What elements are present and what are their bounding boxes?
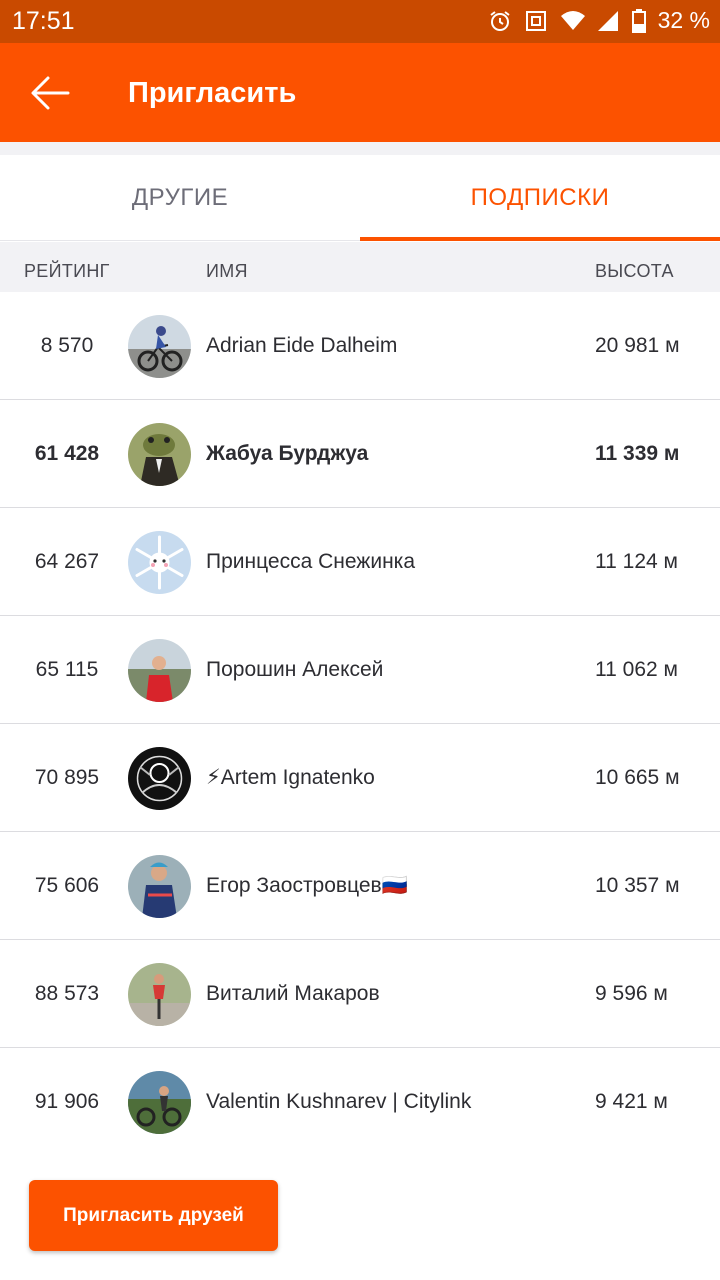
arrow-left-icon bbox=[31, 76, 70, 110]
row-rank: 61 428 bbox=[34, 441, 100, 465]
battery-percent: 32 % bbox=[657, 7, 710, 33]
table-row[interactable]: 91 906 Valentin Kushnarev | Citylink 9 4… bbox=[0, 1048, 720, 1156]
tab-others[interactable]: ДРУГИЕ bbox=[0, 155, 360, 241]
alarm-icon bbox=[488, 9, 512, 33]
avatar bbox=[128, 963, 191, 1026]
row-rank: 88 573 bbox=[34, 981, 100, 1005]
row-height: 11 062 м bbox=[595, 657, 678, 681]
row-height: 9 596 м bbox=[595, 981, 668, 1005]
status-time: 17:51 bbox=[12, 7, 75, 35]
avatar bbox=[128, 315, 191, 378]
header-name: ИМЯ bbox=[206, 261, 248, 281]
status-icons: 32 % bbox=[488, 7, 710, 34]
row-name: Adrian Eide Dalheim bbox=[206, 333, 398, 357]
row-rank: 8 570 bbox=[40, 333, 94, 357]
table-row[interactable]: 65 115 Порошин Алексей 11 062 м bbox=[0, 616, 720, 724]
table-row-current-user[interactable]: 61 428 Жабуа Бурджуа 11 339 м bbox=[0, 400, 720, 508]
avatar bbox=[128, 747, 191, 810]
avatar bbox=[128, 1071, 191, 1134]
bottom-action-area: Пригласить друзей bbox=[0, 1152, 720, 1280]
row-height: 10 357 м bbox=[595, 873, 680, 897]
status-bar: 17:51 32 % bbox=[0, 0, 720, 43]
nfc-icon bbox=[524, 9, 548, 33]
tab-subscriptions[interactable]: ПОДПИСКИ bbox=[360, 155, 720, 241]
avatar bbox=[128, 855, 191, 918]
page-title: Пригласить bbox=[128, 77, 297, 109]
row-height: 10 665 м bbox=[595, 765, 680, 789]
row-height: 20 981 м bbox=[595, 333, 680, 357]
row-name: Жабуа Бурджуа bbox=[206, 441, 369, 465]
row-height: 9 421 м bbox=[595, 1089, 668, 1113]
row-rank: 65 115 bbox=[35, 657, 99, 681]
table-header: РЕЙТИНГ ИМЯ ВЫСОТА bbox=[0, 242, 720, 292]
table-row[interactable]: 70 895 ⚡Artem Ignatenko 10 665 м bbox=[0, 724, 720, 832]
table-row[interactable]: 75 606 Егор Заостровцев🇷🇺 10 357 м bbox=[0, 832, 720, 940]
row-rank: 70 895 bbox=[34, 765, 100, 789]
header-rank: РЕЙТИНГ bbox=[24, 261, 110, 281]
active-tab-indicator bbox=[360, 237, 720, 241]
table-row[interactable]: 64 267 Принцесса Снежинка 11 124 м bbox=[0, 508, 720, 616]
row-height: 11 124 м bbox=[595, 549, 678, 573]
row-name: Принцесса Снежинка bbox=[206, 549, 415, 573]
avatar bbox=[128, 639, 191, 702]
row-rank: 64 267 bbox=[34, 549, 100, 573]
app-bar: Пригласить bbox=[0, 43, 720, 142]
table-row[interactable]: 88 573 Виталий Макаров 9 596 м bbox=[0, 940, 720, 1048]
row-rank: 91 906 bbox=[34, 1089, 100, 1113]
battery-icon bbox=[631, 8, 646, 33]
row-name: Valentin Kushnarev | Citylink bbox=[206, 1089, 472, 1113]
leaderboard-list: 8 570 Adrian Eide Dalheim 20 981 м 61 42… bbox=[0, 292, 720, 1156]
tab-bar: ДРУГИЕ ПОДПИСКИ bbox=[0, 155, 720, 241]
avatar bbox=[128, 531, 191, 594]
back-button[interactable] bbox=[18, 63, 82, 123]
invite-friends-button[interactable]: Пригласить друзей bbox=[29, 1180, 278, 1251]
row-name: Егор Заостровцев🇷🇺 bbox=[206, 873, 408, 897]
row-name: ⚡Artem Ignatenko bbox=[206, 766, 375, 789]
row-rank: 75 606 bbox=[34, 873, 100, 897]
row-height: 11 339 м bbox=[595, 441, 680, 465]
avatar bbox=[128, 423, 191, 486]
signal-icon bbox=[596, 9, 620, 33]
table-row[interactable]: 8 570 Adrian Eide Dalheim 20 981 м bbox=[0, 292, 720, 400]
wifi-icon bbox=[560, 9, 585, 33]
row-name: Виталий Макаров bbox=[206, 981, 380, 1005]
divider bbox=[0, 142, 720, 155]
row-name: Порошин Алексей bbox=[206, 657, 384, 681]
header-height: ВЫСОТА bbox=[595, 261, 674, 281]
